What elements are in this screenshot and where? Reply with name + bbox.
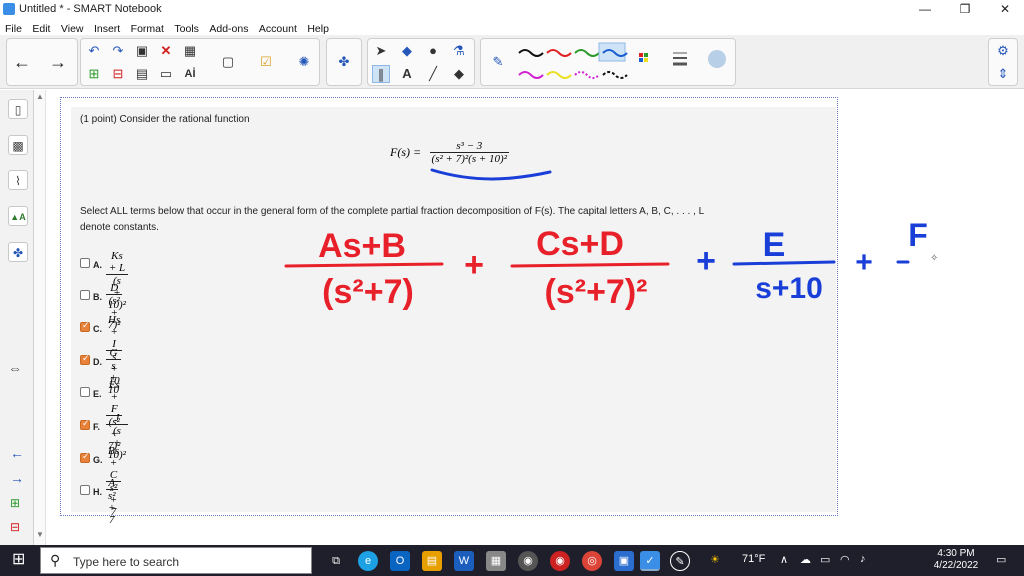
handwritten-plus-2: + (696, 242, 716, 280)
edge-icon[interactable]: e (358, 551, 378, 571)
notifications-icon[interactable]: ▭ (996, 553, 1006, 566)
cursor-icon: ✧ (930, 253, 938, 264)
taskbar: ⊞ ⚲ Type here to search ⧉ e O ▤ W ▦ ◉ ◉ … (0, 545, 1024, 576)
volume-icon[interactable]: ♪ (860, 553, 866, 565)
network-icon[interactable]: ▭ (820, 553, 830, 566)
smart-notebook-taskbar-icon[interactable]: ✓ (640, 551, 660, 571)
file-explorer-icon[interactable]: ▤ (422, 551, 442, 571)
clock-time: 4:30 PM (937, 548, 975, 559)
word-icon[interactable]: W (454, 551, 474, 571)
handwritten-term3-numerator: E (763, 226, 786, 264)
handwritten-plus-1: + (464, 246, 484, 284)
app-icon-1[interactable]: ◉ (518, 551, 538, 571)
tray-chevron-icon[interactable]: ∧ (780, 553, 788, 566)
handwritten-term2-denominator: (s²+7)² (545, 273, 648, 311)
taskbar-clock[interactable]: 4:30 PM 4/22/2022 (930, 548, 982, 572)
handwritten-term1-denominator: (s²+7) (322, 273, 414, 311)
search-icon: ⚲ (50, 552, 61, 568)
task-view-icon[interactable]: ⧉ (326, 551, 346, 571)
handwritten-term1-numerator: As+B (318, 227, 406, 265)
windows-start-icon[interactable]: ⊞ (12, 552, 28, 568)
app-icon-3[interactable]: ▣ (614, 551, 634, 571)
handwritten-term2-bar (510, 262, 670, 268)
onedrive-icon[interactable]: ☁ (800, 553, 811, 566)
weather-temp[interactable]: 71°F (742, 553, 765, 565)
app-icon-4[interactable]: ✎ (670, 551, 690, 571)
app-icon-2[interactable]: ◉ (550, 551, 570, 571)
underline-stroke (430, 168, 552, 181)
handwritten-term1-bar (284, 262, 444, 268)
store-icon[interactable]: ▦ (486, 551, 506, 571)
chrome-icon[interactable]: ◎ (582, 551, 602, 571)
handwritten-plus-3: + (855, 246, 873, 279)
clock-date: 4/22/2022 (933, 560, 979, 571)
handwriting-layer: As+B (s²+7) + Cs+D (s²+7)² + E s+10 + F … (284, 168, 938, 311)
outlook-icon[interactable]: O (390, 551, 410, 571)
search-placeholder: Type here to search (73, 555, 180, 569)
handwritten-term3-bar (732, 260, 836, 266)
taskbar-search[interactable]: ⚲ Type here to search (40, 547, 312, 574)
handwritten-term4-start: F (908, 217, 928, 253)
handwritten-term2-numerator: Cs+D (536, 225, 624, 263)
weather-icon: ☀ (710, 554, 720, 566)
handwritten-term3-denominator: s+10 (755, 272, 823, 305)
wifi-icon[interactable]: ◠ (840, 553, 850, 566)
